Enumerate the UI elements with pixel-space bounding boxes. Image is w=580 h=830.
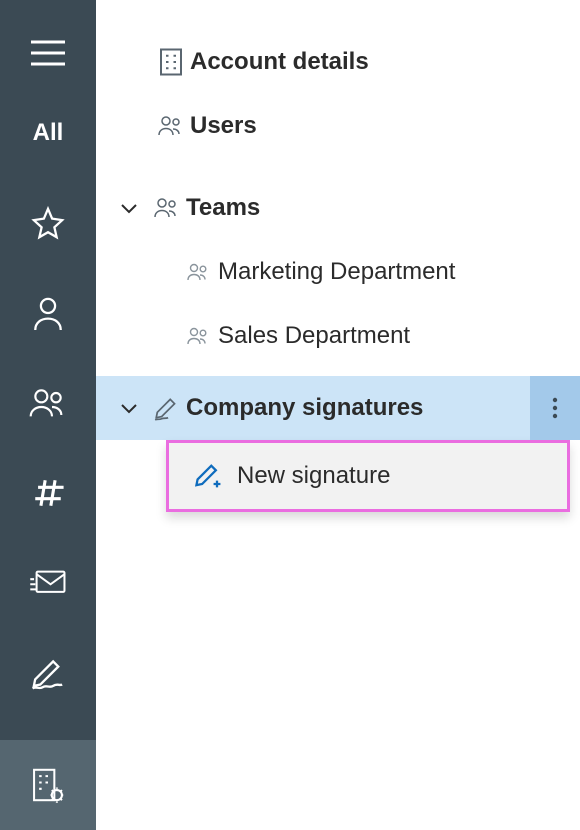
sidebar-item-all[interactable]: All [0, 88, 96, 178]
tree-item-company-signatures[interactable]: Company signatures [96, 376, 580, 440]
star-icon [31, 206, 65, 240]
chevron-down-icon [110, 202, 148, 214]
users-icon [28, 386, 68, 420]
chevron-down-icon [110, 402, 148, 414]
tree-label-account-details: Account details [190, 48, 369, 76]
tree-item-account-details[interactable]: Account details [96, 30, 580, 94]
sidebar-item-team[interactable] [0, 358, 96, 448]
hash-icon [31, 476, 65, 510]
tree-label-teams: Teams [186, 194, 260, 222]
building-icon [152, 47, 190, 77]
tree-item-marketing[interactable]: Marketing Department [96, 240, 580, 304]
tree-panel: Account details Users Teams Marketing De… [96, 0, 580, 830]
signature-icon [148, 395, 186, 421]
sidebar-all-label: All [33, 119, 64, 147]
hamburger-icon [31, 40, 65, 66]
new-signature-icon [187, 461, 231, 491]
tree-item-users[interactable]: Users [96, 94, 580, 158]
pen-signature-icon [30, 656, 66, 690]
team-child-icon [180, 325, 218, 347]
tree-label-company-signatures: Company signatures [186, 394, 423, 422]
new-signature-label: New signature [237, 462, 390, 490]
sidebar-item-favorites[interactable] [0, 178, 96, 268]
sidebar-item-user[interactable] [0, 268, 96, 358]
tree-label-sales: Sales Department [218, 322, 410, 350]
tree-label-users: Users [190, 112, 257, 140]
tree-label-marketing: Marketing Department [218, 258, 455, 286]
sidebar-item-channels[interactable] [0, 448, 96, 538]
users-group-icon [152, 113, 190, 139]
team-icon [148, 195, 186, 221]
sidebar-item-company-settings[interactable] [0, 740, 96, 830]
new-signature-button[interactable]: New signature [166, 440, 570, 512]
mail-send-icon [29, 568, 67, 598]
tree-item-sales[interactable]: Sales Department [96, 304, 580, 368]
tree-item-teams[interactable]: Teams [96, 176, 580, 240]
hamburger-menu-button[interactable] [0, 18, 96, 88]
kebab-menu-button[interactable] [530, 376, 580, 440]
sidebar-item-signatures[interactable] [0, 628, 96, 718]
sidebar-item-mail[interactable] [0, 538, 96, 628]
user-icon [31, 294, 65, 332]
building-gear-icon [30, 766, 66, 804]
kebab-icon [552, 396, 558, 420]
team-child-icon [180, 261, 218, 283]
sidebar-rail: All [0, 0, 96, 830]
